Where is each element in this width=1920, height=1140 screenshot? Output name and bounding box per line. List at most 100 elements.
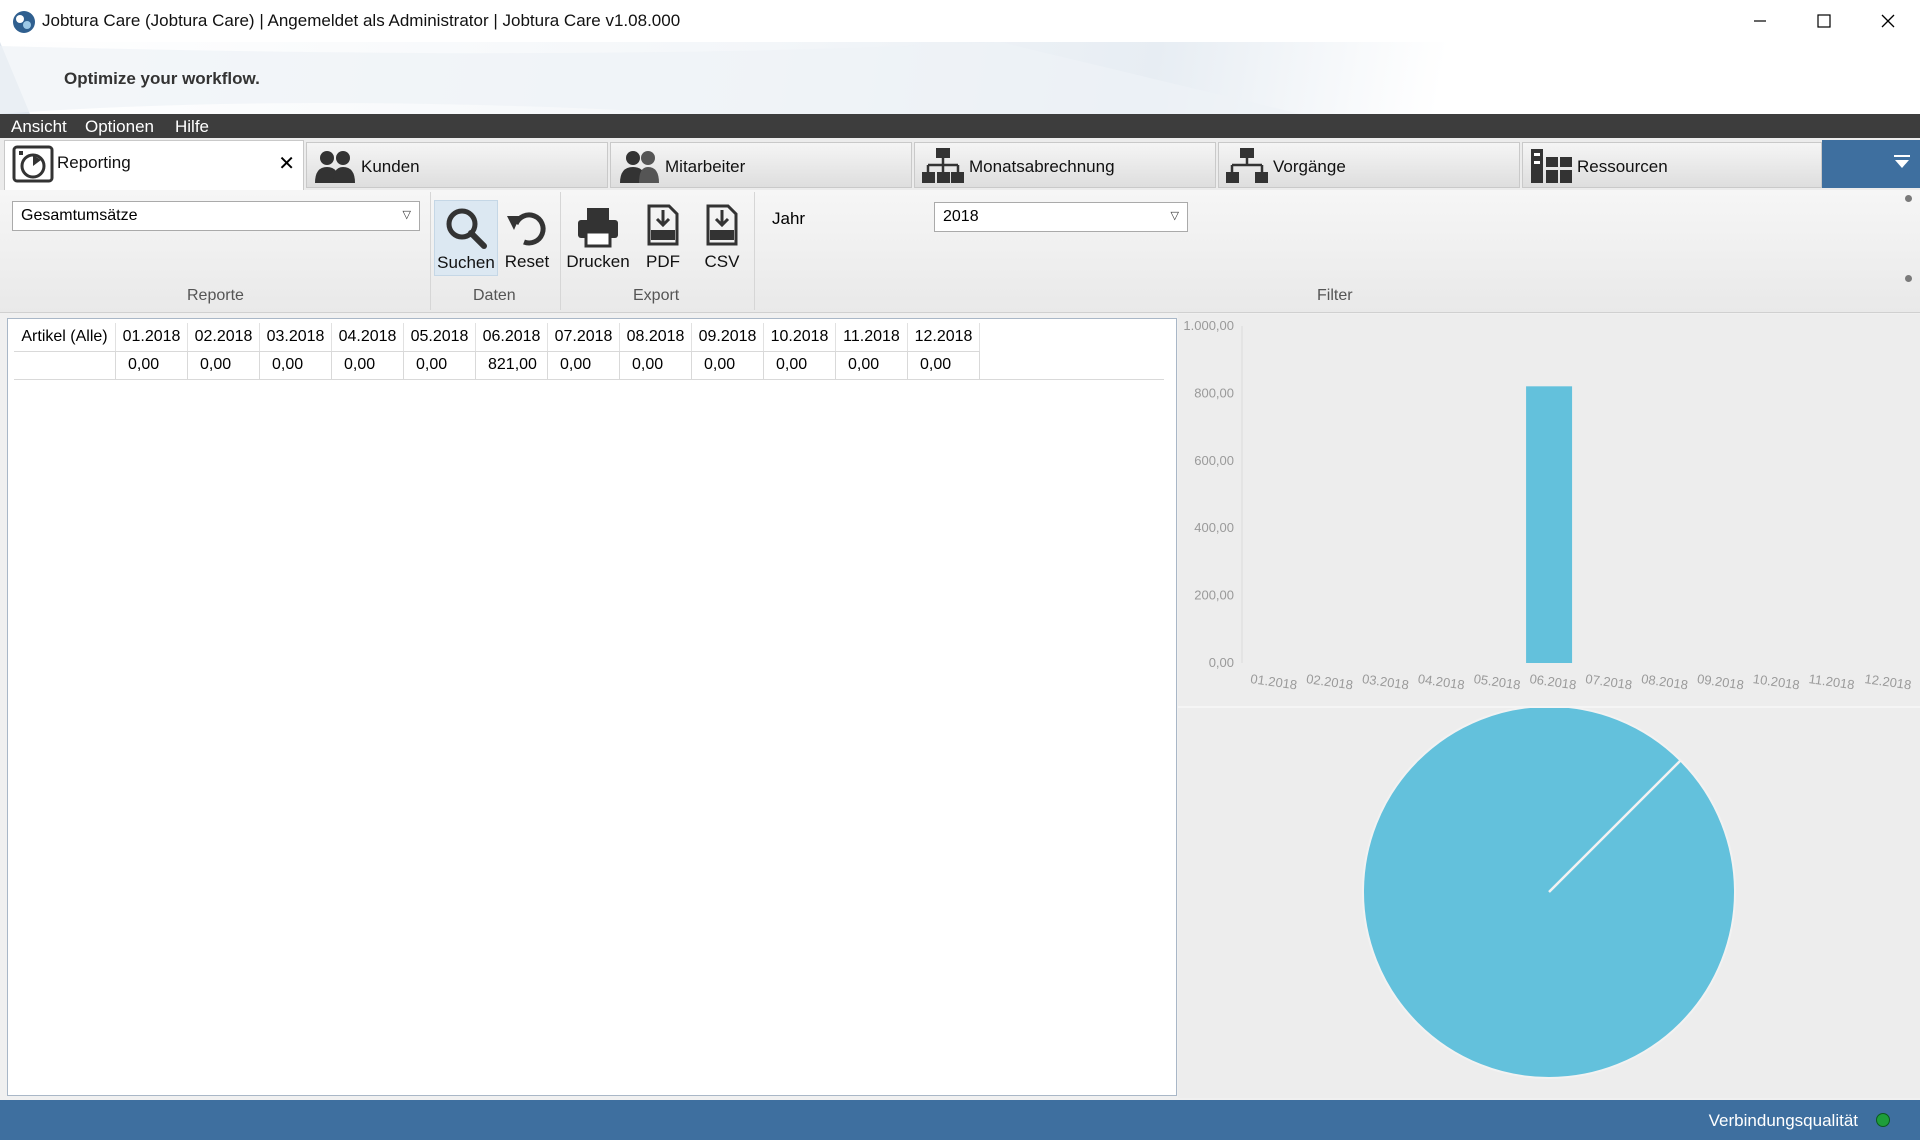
group-label-filter: Filter: [1317, 287, 1353, 304]
column-header[interactable]: Artikel (Alle): [14, 323, 116, 351]
close-tab-icon[interactable]: ✕: [278, 151, 295, 176]
group-label-reporte: Reporte: [187, 287, 244, 304]
table-cell[interactable]: 0,00: [692, 351, 764, 379]
bar-chart: 0,00 200,00 400,00 600,00 800,00 1.000,00 01.2…: [1183, 318, 1912, 693]
menu-optionen[interactable]: Optionen: [85, 117, 154, 137]
report-table[interactable]: Artikel (Alle) 01.2018 02.2018 03.2018 0…: [7, 318, 1177, 1096]
column-header[interactable]: 03.2018: [260, 323, 332, 351]
resources-icon: [1531, 149, 1572, 183]
x-tick-label: 02.2018: [1305, 671, 1354, 692]
x-tick-label: 03.2018: [1361, 671, 1410, 692]
customers-icon: [315, 151, 355, 183]
tab-reporting[interactable]: Reporting ✕: [4, 140, 304, 190]
tab-ressourcen[interactable]: Ressourcen: [1522, 142, 1822, 188]
jahr-select[interactable]: 2018 ▽: [934, 202, 1188, 232]
tab-mitarbeiter[interactable]: Mitarbeiter: [610, 142, 912, 188]
csv-button[interactable]: CSV: [694, 200, 750, 276]
jahr-select-value: 2018: [943, 208, 979, 225]
suchen-label: Suchen: [437, 253, 495, 272]
x-tick-label: 08.2018: [1640, 671, 1689, 692]
report-select[interactable]: Gesamtumsätze ▽: [12, 201, 420, 231]
tab-label: Mitarbeiter: [665, 157, 746, 176]
printer-icon: [578, 208, 618, 248]
employee-icon: [620, 151, 659, 183]
y-tick-label: 800,00: [1194, 385, 1234, 400]
column-header[interactable]: 05.2018: [404, 323, 476, 351]
table-cell[interactable]: 0,00: [620, 351, 692, 379]
bar-06.2018[interactable]: [1526, 386, 1573, 663]
y-tick-label: 1.000,00: [1183, 318, 1234, 333]
column-header[interactable]: 02.2018: [188, 323, 260, 351]
chart-separator: [1178, 706, 1920, 708]
column-header[interactable]: 04.2018: [332, 323, 404, 351]
tab-kunden[interactable]: Kunden: [306, 142, 608, 188]
group-label-export: Export: [633, 287, 680, 304]
table-cell[interactable]: 821,00: [476, 351, 548, 379]
tab-label: Ressourcen: [1577, 157, 1668, 176]
table-cell[interactable]: 0,00: [764, 351, 836, 379]
menu-hilfe[interactable]: Hilfe: [175, 117, 209, 137]
y-tick-label: 600,00: [1194, 453, 1234, 468]
reset-button[interactable]: Reset: [500, 200, 554, 276]
column-header[interactable]: 09.2018: [692, 323, 764, 351]
report-select-value: Gesamtumsätze: [21, 207, 138, 224]
window-title: Jobtura Care (Jobtura Care) | Angemeldet…: [42, 11, 681, 30]
connection-quality-label: Verbindungsqualität: [1708, 1111, 1858, 1130]
csv-label: CSV: [704, 252, 740, 271]
table-cell[interactable]: 0,00: [332, 351, 404, 379]
maximize-button[interactable]: [1792, 0, 1856, 42]
close-icon: [1881, 14, 1895, 28]
table-row[interactable]: 0,00 0,00 0,00 0,00 0,00 821,00 0,00 0,0…: [14, 351, 1164, 380]
ribbon-scroll-down[interactable]: [1905, 275, 1912, 282]
csv-export-icon: [706, 204, 738, 246]
org-chart-icon: [1226, 148, 1268, 183]
table-cell[interactable]: 0,00: [836, 351, 908, 379]
column-header[interactable]: 12.2018: [908, 323, 980, 351]
reset-label: Reset: [504, 252, 550, 271]
column-header[interactable]: 01.2018: [116, 323, 188, 351]
pdf-export-icon: [647, 204, 679, 246]
table-cell[interactable]: 0,00: [548, 351, 620, 379]
menu-bar: Ansicht Optionen Hilfe: [0, 114, 1920, 138]
minimize-button[interactable]: [1728, 0, 1792, 42]
close-window-button[interactable]: [1856, 0, 1920, 42]
x-tick-label: 01.2018: [1249, 671, 1298, 692]
column-header[interactable]: 10.2018: [764, 323, 836, 351]
app-logo-icon: [13, 11, 35, 33]
pdf-button[interactable]: PDF: [636, 200, 690, 276]
tab-monatsabrechnung[interactable]: Monatsabrechnung: [914, 142, 1216, 188]
table-cell[interactable]: 0,00: [188, 351, 260, 379]
banner-swoosh: [0, 42, 1300, 114]
jahr-label: Jahr: [772, 209, 806, 228]
tab-vorgaenge[interactable]: Vorgänge: [1218, 142, 1520, 188]
tab-menu-dropdown-icon[interactable]: [1892, 152, 1912, 172]
table-cell[interactable]: 0,00: [260, 351, 332, 379]
ribbon-separator: [430, 192, 431, 310]
table-cell[interactable]: [14, 351, 116, 379]
column-header[interactable]: 11.2018: [836, 323, 908, 351]
column-header[interactable]: 08.2018: [620, 323, 692, 351]
search-icon: [446, 208, 487, 249]
ribbon-scroll-up[interactable]: [1905, 195, 1912, 202]
tab-label: Monatsabrechnung: [969, 157, 1115, 176]
x-tick-label: 04.2018: [1417, 671, 1466, 692]
minimize-icon: [1754, 20, 1766, 22]
menu-ansicht[interactable]: Ansicht: [11, 117, 67, 137]
x-tick-label: 10.2018: [1752, 671, 1801, 692]
suchen-button[interactable]: Suchen: [434, 200, 498, 276]
status-bar: Verbindungsqualität: [0, 1100, 1920, 1140]
x-tick-label: 06.2018: [1529, 671, 1578, 692]
connection-status-icon: [1876, 1113, 1890, 1127]
pie-chart: [1362, 706, 1736, 1079]
org-chart-icon: [922, 148, 964, 183]
table-cell[interactable]: 0,00: [404, 351, 476, 379]
drucken-button[interactable]: Drucken: [564, 200, 632, 276]
table-cell[interactable]: 0,00: [116, 351, 188, 379]
title-bar: Jobtura Care (Jobtura Care) | Angemeldet…: [0, 0, 1920, 42]
x-tick-label: 11.2018: [1808, 671, 1856, 692]
pdf-label: PDF: [646, 252, 680, 271]
table-cell[interactable]: 0,00: [908, 351, 980, 379]
column-header[interactable]: 06.2018: [476, 323, 548, 351]
column-header[interactable]: 07.2018: [548, 323, 620, 351]
header-banner: Optimize your workflow.: [0, 42, 1920, 114]
